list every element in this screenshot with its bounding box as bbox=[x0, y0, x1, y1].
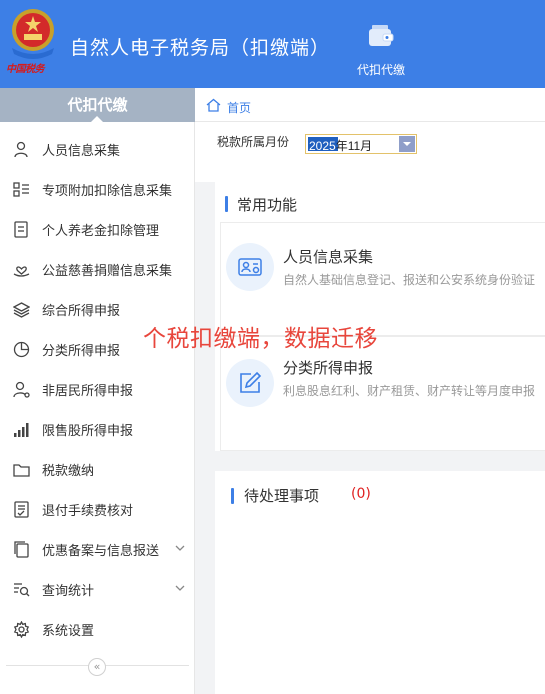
sidebar-item-restricted-shares[interactable]: 限售股所得申报 bbox=[0, 409, 195, 449]
sidebar-item-label: 个人养老金扣除管理 bbox=[42, 224, 160, 239]
sidebar-item-pension[interactable]: 个人养老金扣除管理 bbox=[0, 209, 195, 249]
nonresident-icon bbox=[13, 381, 30, 398]
section-marker bbox=[231, 488, 234, 504]
sidebar-item-label: 专项附加扣除信息采集 bbox=[42, 184, 173, 199]
sidebar-item-label: 系统设置 bbox=[42, 624, 95, 639]
sidebar-item-label: 查询统计 bbox=[42, 584, 95, 599]
section-marker bbox=[225, 196, 228, 212]
emblem-text: 中国税务 bbox=[6, 64, 45, 75]
sidebar-title: 代扣代缴 bbox=[0, 88, 195, 123]
tax-month-rest: 年11月 bbox=[335, 139, 373, 153]
app-title: 自然人电子税务局（扣缴端） bbox=[70, 37, 331, 59]
sidebar-item-label: 优惠备案与信息报送 bbox=[42, 544, 160, 559]
home-icon[interactable] bbox=[206, 98, 221, 112]
wallet-icon bbox=[369, 25, 394, 46]
list-icon bbox=[13, 182, 29, 197]
filter-bar: 税款所属月份 2025年11月 bbox=[195, 122, 545, 182]
gear-icon bbox=[13, 621, 30, 638]
pending-title: 待处理事项 bbox=[244, 487, 320, 505]
layers-icon bbox=[13, 302, 30, 318]
sidebar: 代扣代缴 人员信息采集 专项附加扣除信息采集 个人养老金扣除管理 公益慈善捐赠信… bbox=[0, 88, 195, 694]
sidebar-item-label: 退付手续费核对 bbox=[42, 504, 134, 519]
function-desc: 利息股息红利、财产租赁、财产转让等月度申报 bbox=[283, 384, 536, 398]
search-list-icon bbox=[14, 583, 30, 597]
person-icon bbox=[14, 141, 28, 158]
function-desc: 自然人基础信息登记、报送和公安系统身份验证 bbox=[283, 273, 536, 287]
chevron-down-icon bbox=[175, 545, 185, 551]
sidebar-item-settings[interactable]: 系统设置 bbox=[0, 609, 195, 649]
chevron-down-icon bbox=[175, 585, 185, 591]
charity-icon bbox=[13, 266, 30, 277]
sidebar-item-label: 综合所得申报 bbox=[42, 304, 121, 319]
function-icon-bg bbox=[226, 359, 274, 407]
bar-chart-icon bbox=[14, 423, 29, 437]
sidebar-item-charity[interactable]: 公益慈善捐赠信息采集 bbox=[0, 249, 195, 289]
sidebar-item-tax-payment[interactable]: 税款缴纳 bbox=[0, 449, 195, 489]
sidebar-item-label: 公益慈善捐赠信息采集 bbox=[42, 264, 173, 279]
app-header: 中国税务 自然人电子税务局（扣缴端） 代扣代缴 bbox=[0, 0, 545, 88]
overlay-caption: 个税扣缴端，数据迁移 bbox=[143, 326, 378, 352]
breadcrumb: 首页 bbox=[195, 88, 545, 122]
sidebar-item-label: 人员信息采集 bbox=[42, 144, 121, 159]
folder-icon bbox=[13, 464, 30, 477]
function-icon-bg bbox=[226, 243, 274, 291]
id-card-icon bbox=[238, 258, 262, 276]
pending-items-card: 待处理事项 (0) bbox=[215, 471, 545, 694]
pie-chart-icon bbox=[13, 341, 30, 358]
edit-icon bbox=[240, 371, 262, 393]
sidebar-collapse-button[interactable]: « bbox=[88, 658, 106, 676]
document-icon bbox=[14, 221, 28, 238]
tax-month-year: 2025 bbox=[309, 139, 336, 153]
sidebar-item-label: 非居民所得申报 bbox=[42, 384, 134, 399]
common-functions-card: 常用功能 人员信息采集 自然人基础信息登记、报送和公安系统身份验证 分类所得申报… bbox=[215, 182, 545, 451]
dropdown-arrow-button[interactable] bbox=[399, 136, 415, 152]
function-title: 分类所得申报 bbox=[283, 359, 374, 377]
sidebar-item-label: 税款缴纳 bbox=[42, 464, 95, 479]
pending-count-badge[interactable]: (0) bbox=[351, 486, 371, 502]
sidebar-item-query-stats[interactable]: 查询统计 bbox=[0, 569, 195, 609]
function-title: 人员信息采集 bbox=[283, 248, 374, 266]
sidebar-item-person-info[interactable]: 人员信息采集 bbox=[0, 129, 195, 169]
sidebar-item-preferential-filing[interactable]: 优惠备案与信息报送 bbox=[0, 529, 195, 569]
top-nav-withholding[interactable]: 代扣代缴 bbox=[345, 0, 417, 88]
tax-month-label: 税款所属月份 bbox=[217, 135, 290, 149]
main-content: 首页 税款所属月份 2025年11月 常用功能 人员信息采集 自然人基础信息登记… bbox=[195, 88, 545, 694]
tax-month-picker[interactable]: 2025年11月 bbox=[305, 134, 417, 154]
sidebar-item-refund-check[interactable]: 退付手续费核对 bbox=[0, 489, 195, 529]
sidebar-item-label: 限售股所得申报 bbox=[42, 424, 134, 439]
common-functions-title: 常用功能 bbox=[237, 196, 298, 214]
top-nav-label: 代扣代缴 bbox=[356, 63, 405, 77]
sidebar-item-nonresident[interactable]: 非居民所得申报 bbox=[0, 369, 195, 409]
sidebar-item-label: 分类所得申报 bbox=[42, 344, 121, 359]
breadcrumb-home[interactable]: 首页 bbox=[227, 99, 251, 116]
checklist-icon bbox=[14, 501, 29, 518]
copy-icon bbox=[14, 541, 29, 558]
sidebar-item-special-deduction[interactable]: 专项附加扣除信息采集 bbox=[0, 169, 195, 209]
tax-month-value: 2025年11月 bbox=[309, 137, 372, 154]
